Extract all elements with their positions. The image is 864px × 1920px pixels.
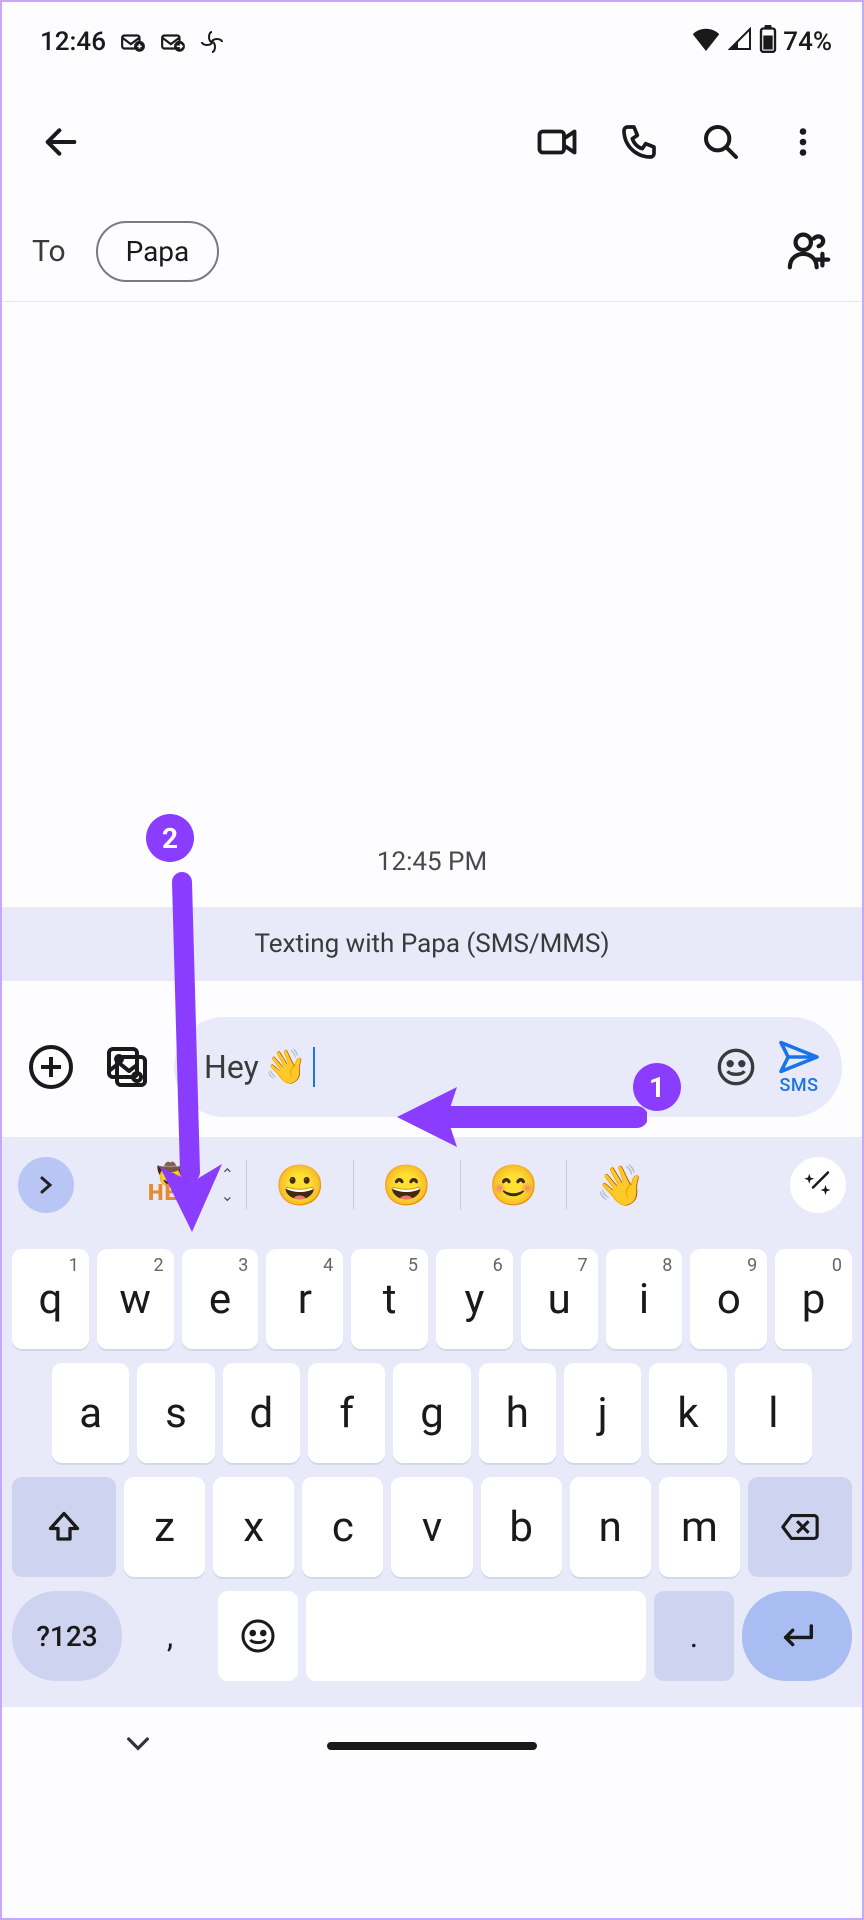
emoji-keyboard-key[interactable] xyxy=(218,1591,298,1681)
keyboard-collapse-icon[interactable] xyxy=(122,1727,154,1766)
keyboard-row-4: ?123 , . xyxy=(12,1591,852,1681)
app-bar xyxy=(2,82,862,202)
notification-icon-2 xyxy=(160,29,186,55)
emoji-suggestion-3[interactable]: 😊 xyxy=(461,1155,567,1215)
back-button[interactable] xyxy=(26,107,96,177)
notification-icon-1 xyxy=(120,29,146,55)
emoji-suggestion-2[interactable]: 😄 xyxy=(354,1155,460,1215)
signal-icon xyxy=(727,27,753,58)
key-e[interactable]: e3 xyxy=(182,1249,259,1349)
status-time: 12:46 xyxy=(40,27,106,57)
emoji-suggestion-1[interactable]: 😀 xyxy=(247,1155,353,1215)
search-button[interactable] xyxy=(686,107,756,177)
space-key[interactable] xyxy=(306,1591,646,1681)
annotation-arrow-1 xyxy=(387,1077,647,1157)
key-u[interactable]: u7 xyxy=(521,1249,598,1349)
key-g[interactable]: g xyxy=(393,1363,470,1463)
annotation-badge-1: 1 xyxy=(633,1063,681,1111)
key-r[interactable]: r4 xyxy=(266,1249,343,1349)
pinwheel-icon xyxy=(200,30,224,54)
battery-percent: 74% xyxy=(783,27,832,57)
add-recipient-button[interactable] xyxy=(786,227,832,277)
gallery-button[interactable] xyxy=(98,1038,156,1096)
key-f[interactable]: f xyxy=(308,1363,385,1463)
phone-call-button[interactable] xyxy=(604,107,674,177)
conversation-area[interactable]: 12:45 PM Texting with Papa (SMS/MMS) xyxy=(2,302,862,997)
send-button[interactable]: SMS xyxy=(770,1039,828,1096)
key-j[interactable]: j xyxy=(564,1363,641,1463)
key-s[interactable]: s xyxy=(137,1363,214,1463)
more-options-button[interactable] xyxy=(768,107,838,177)
key-w[interactable]: w2 xyxy=(97,1249,174,1349)
key-y[interactable]: y6 xyxy=(436,1249,513,1349)
battery-icon xyxy=(759,25,777,60)
shift-key[interactable] xyxy=(12,1477,116,1577)
send-mode-label: SMS xyxy=(779,1075,818,1096)
keyboard: q1 w2 e3 r4 t5 y6 u7 i8 o9 p0 a s d f g … xyxy=(2,1233,862,1707)
period-key[interactable]: . xyxy=(654,1591,734,1681)
key-x[interactable]: x xyxy=(213,1477,294,1577)
comma-key[interactable]: , xyxy=(130,1591,210,1681)
system-nav-bar xyxy=(2,1707,862,1785)
key-h[interactable]: h xyxy=(479,1363,556,1463)
keyboard-row-3: z x c v b n m xyxy=(12,1477,852,1577)
status-bar: 12:46 74% xyxy=(2,2,862,82)
wave-emoji-in-text: 👋 xyxy=(265,1047,307,1087)
key-z[interactable]: z xyxy=(124,1477,205,1577)
key-i[interactable]: i8 xyxy=(606,1249,683,1349)
keyboard-row-1: q1 w2 e3 r4 t5 y6 u7 i8 o9 p0 xyxy=(12,1249,852,1349)
backspace-key[interactable] xyxy=(748,1477,852,1577)
keyboard-row-2: a s d f g h j k l xyxy=(12,1363,852,1463)
expand-suggestions-button[interactable] xyxy=(18,1157,74,1213)
emoji-picker-button[interactable] xyxy=(712,1043,760,1091)
key-k[interactable]: k xyxy=(649,1363,726,1463)
key-b[interactable]: b xyxy=(481,1477,562,1577)
key-v[interactable]: v xyxy=(391,1477,472,1577)
key-o[interactable]: o9 xyxy=(690,1249,767,1349)
annotation-arrow-2 xyxy=(152,872,232,1242)
magic-compose-button[interactable] xyxy=(790,1157,846,1213)
annotation-badge-2: 2 xyxy=(146,814,194,862)
text-cursor xyxy=(313,1047,315,1087)
attach-button[interactable] xyxy=(22,1038,80,1096)
symbols-key[interactable]: ?123 xyxy=(12,1591,122,1681)
video-call-button[interactable] xyxy=(522,107,592,177)
recipient-row: To Papa xyxy=(2,202,862,302)
key-q[interactable]: q1 xyxy=(12,1249,89,1349)
key-m[interactable]: m xyxy=(659,1477,740,1577)
key-a[interactable]: a xyxy=(52,1363,129,1463)
key-l[interactable]: l xyxy=(735,1363,812,1463)
recipient-chip[interactable]: Papa xyxy=(96,221,220,282)
emoji-suggestion-4[interactable]: 👋 xyxy=(567,1155,673,1215)
home-gesture-bar[interactable] xyxy=(327,1742,537,1750)
wifi-icon xyxy=(691,27,721,58)
enter-key[interactable] xyxy=(742,1591,852,1681)
key-n[interactable]: n xyxy=(570,1477,651,1577)
sms-mode-banner: Texting with Papa (SMS/MMS) xyxy=(2,907,862,981)
key-c[interactable]: c xyxy=(302,1477,383,1577)
to-label: To xyxy=(32,234,66,269)
key-d[interactable]: d xyxy=(223,1363,300,1463)
key-t[interactable]: t5 xyxy=(351,1249,428,1349)
message-timestamp: 12:45 PM xyxy=(2,847,862,877)
key-p[interactable]: p0 xyxy=(775,1249,852,1349)
